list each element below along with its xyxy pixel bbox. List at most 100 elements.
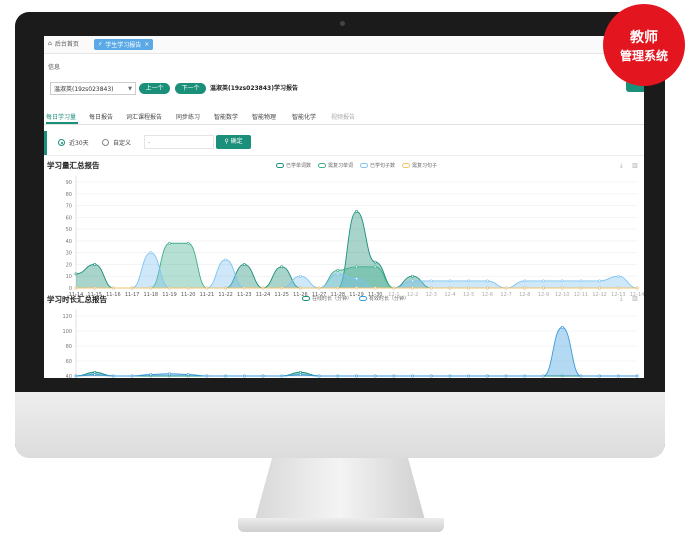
- subtab-daily-report[interactable]: 每日报告: [89, 112, 113, 121]
- confirm-button[interactable]: ⚲ 确定: [216, 135, 251, 149]
- data-point: [242, 286, 246, 290]
- data-point: [467, 279, 471, 283]
- data-point: [205, 286, 209, 290]
- legend-label: 在线时长（分钟）: [312, 296, 353, 302]
- bar-chart-icon[interactable]: ▥: [632, 162, 638, 169]
- subtab-vocab-course[interactable]: 词汇课程报告: [126, 112, 162, 121]
- y-tick-label: 40: [66, 239, 72, 245]
- date-filter: 近30天 自定义 - ⚲ 确定: [44, 131, 644, 156]
- x-tick-label: 11-23: [237, 292, 252, 298]
- subtab-sync-practice[interactable]: 同步练习: [176, 112, 200, 121]
- x-tick-label: 12-10: [555, 292, 570, 298]
- subtab-daily-volume[interactable]: 每日学习量: [46, 112, 76, 121]
- data-point: [298, 373, 302, 376]
- data-point: [523, 374, 527, 378]
- legend-label: 需复习单词: [328, 163, 354, 169]
- data-point: [93, 286, 97, 290]
- prev-button[interactable]: 上一个: [139, 83, 170, 94]
- subtab-smart-physics[interactable]: 智能物理: [252, 112, 276, 121]
- data-point: [355, 265, 358, 269]
- data-point: [336, 268, 340, 272]
- subtab-smart-chemistry[interactable]: 智能化学: [292, 112, 316, 121]
- data-point: [130, 286, 134, 290]
- next-button[interactable]: 下一个: [175, 83, 206, 94]
- y-tick-label: 100: [62, 329, 72, 335]
- data-point: [298, 274, 302, 278]
- monitor-base: [238, 518, 444, 532]
- data-point: [542, 286, 545, 290]
- download-icon[interactable]: ⤓: [620, 162, 623, 170]
- radio-last30[interactable]: [58, 139, 65, 146]
- x-tick-label: 11-20: [181, 292, 196, 298]
- data-point: [149, 251, 153, 255]
- data-point: [336, 272, 340, 276]
- data-point: [560, 325, 564, 329]
- date-range-input[interactable]: -: [144, 135, 214, 149]
- chart1-plot: 010203040506070809011-14 11-15 11-16 11-17 1…: [66, 176, 644, 298]
- data-point: [317, 286, 321, 290]
- data-point: [280, 374, 284, 378]
- data-point: [448, 279, 452, 283]
- subtab-video-report[interactable]: 视频报告: [331, 112, 355, 121]
- data-point: [485, 374, 489, 378]
- y-tick-label: 70: [66, 204, 72, 210]
- legend-item[interactable]: 已学单词数: [276, 162, 311, 169]
- tab-student-report[interactable]: ⚡ 学生学习报告 ×: [94, 39, 154, 50]
- data-point: [598, 286, 602, 290]
- data-point: [280, 286, 284, 290]
- radio-custom[interactable]: [102, 139, 109, 146]
- y-tick-label: 40: [66, 374, 72, 378]
- legend-item[interactable]: 需复习句子: [402, 162, 437, 169]
- subtab-smart-math[interactable]: 智能数学: [214, 112, 238, 121]
- data-point: [317, 374, 321, 378]
- legend-label: 已学句子数: [370, 163, 396, 169]
- x-tick-label: 11-22: [218, 292, 233, 298]
- data-point: [467, 286, 471, 290]
- x-tick-label: 12-11: [574, 292, 589, 298]
- legend-label: 已学单词数: [286, 163, 312, 169]
- data-point: [616, 274, 620, 278]
- x-tick-label: 11-16: [106, 292, 121, 298]
- download-icon[interactable]: ⤓: [620, 295, 623, 303]
- x-tick-label: 12-4: [444, 292, 455, 298]
- data-point: [429, 374, 433, 378]
- active-tab-indicator: [46, 122, 78, 124]
- y-tick-label: 80: [66, 192, 72, 198]
- close-icon[interactable]: ×: [144, 41, 149, 48]
- data-point: [149, 373, 153, 376]
- legend-item[interactable]: 已学句子数: [360, 162, 395, 169]
- data-point: [411, 279, 415, 283]
- data-point: [74, 272, 78, 276]
- data-point: [429, 286, 433, 290]
- tab-home[interactable]: ⌂ 后台首页: [48, 39, 79, 48]
- x-tick-label: 11-18: [144, 292, 159, 298]
- data-point: [205, 374, 209, 378]
- bar-chart-icon[interactable]: ▥: [632, 295, 638, 302]
- y-tick-label: 30: [66, 251, 72, 257]
- data-point: [149, 286, 153, 290]
- data-point: [186, 286, 190, 290]
- y-tick-label: 50: [66, 227, 72, 233]
- data-point: [93, 263, 97, 266]
- data-point: [467, 374, 471, 378]
- student-select[interactable]: 温淑英(19zs023843) ▼: [50, 82, 136, 95]
- x-tick-label: 11-17: [125, 292, 140, 298]
- legend-item[interactable]: 需复习单词: [318, 162, 353, 169]
- data-point: [168, 241, 171, 245]
- legend-label: 需复习句子: [412, 163, 438, 169]
- data-point: [168, 286, 171, 290]
- data-point: [355, 286, 358, 290]
- data-point: [579, 374, 583, 378]
- x-tick-label: 11-21: [200, 292, 215, 298]
- chevron-down-icon: ▼: [128, 86, 132, 92]
- data-point: [74, 374, 78, 378]
- legend-item[interactable]: 在线时长（分钟）: [302, 295, 352, 302]
- data-point: [504, 286, 508, 290]
- data-point: [504, 374, 508, 378]
- data-point: [542, 279, 545, 283]
- data-point: [560, 279, 564, 283]
- data-point: [373, 260, 377, 264]
- info-label: 信息: [48, 64, 61, 71]
- data-point: [411, 274, 415, 278]
- legend-item[interactable]: 有效时长（分钟）: [359, 295, 409, 302]
